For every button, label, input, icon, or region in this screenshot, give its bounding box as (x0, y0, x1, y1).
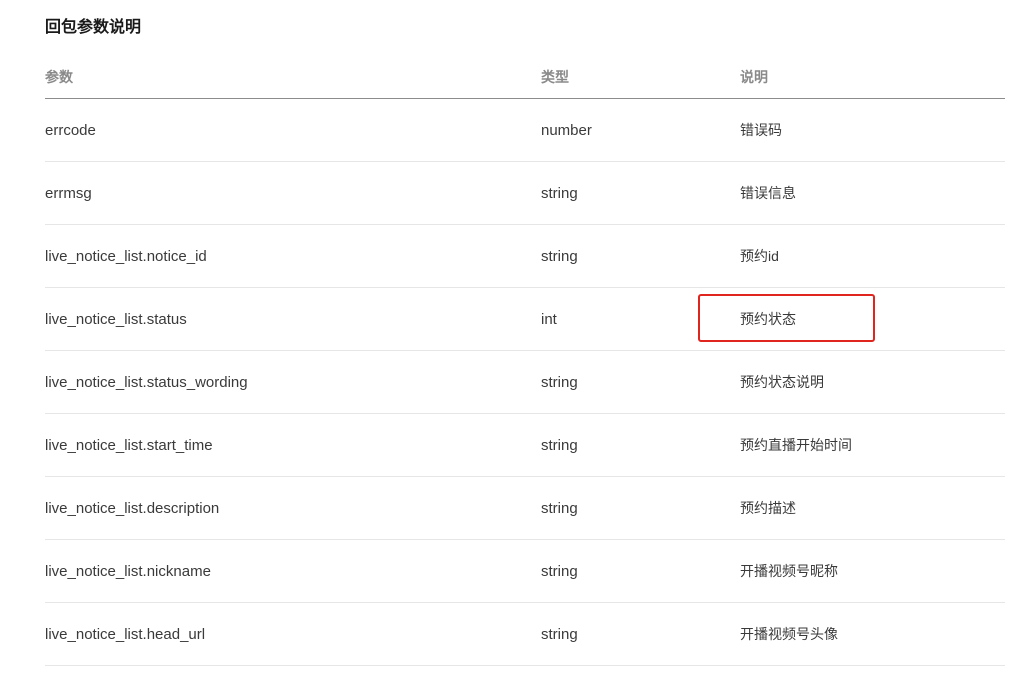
param-name: live_notice_list.nickname (45, 539, 541, 603)
param-type: string (541, 539, 740, 603)
table-row: live_notice_list.notice_id string 预约id (45, 224, 1005, 288)
header-type: 类型 (541, 56, 740, 99)
param-type: number (541, 98, 740, 162)
table-row: live_notice_list.nickname string 开播视频号昵称 (45, 539, 1005, 603)
header-desc: 说明 (740, 56, 1005, 99)
param-type: string (541, 161, 740, 225)
table-header-row: 参数 类型 说明 (45, 56, 1005, 99)
response-params-table: 参数 类型 说明 errcode number 错误码 errmsg strin… (45, 56, 1005, 666)
table-row: live_notice_list.head_url string 开播视频号头像 (45, 602, 1005, 666)
param-type: string (541, 413, 740, 477)
table-row: live_notice_list.status int 预约状态 (45, 287, 1005, 351)
table-row: errmsg string 错误信息 (45, 161, 1005, 225)
param-desc: 预约状态 (740, 287, 1005, 351)
param-name: errcode (45, 98, 541, 162)
table-row: errcode number 错误码 (45, 98, 1005, 162)
param-desc: 开播视频号头像 (740, 602, 1005, 666)
param-name: live_notice_list.head_url (45, 602, 541, 666)
section-title: 回包参数说明 (45, 19, 142, 36)
param-type: string (541, 476, 740, 540)
param-name: live_notice_list.status_wording (45, 350, 541, 414)
param-type: string (541, 224, 740, 288)
param-name: live_notice_list.notice_id (45, 224, 541, 288)
param-desc: 开播视频号昵称 (740, 539, 1005, 603)
param-type: string (541, 350, 740, 414)
param-desc: 预约直播开始时间 (740, 413, 1005, 477)
param-name: live_notice_list.description (45, 476, 541, 540)
param-desc: 错误信息 (740, 161, 1005, 225)
header-param: 参数 (45, 56, 541, 99)
param-desc: 预约描述 (740, 476, 1005, 540)
table-row: live_notice_list.start_time string 预约直播开… (45, 413, 1005, 477)
param-type: int (541, 287, 740, 351)
param-name: errmsg (45, 161, 541, 225)
table-row: live_notice_list.description string 预约描述 (45, 476, 1005, 540)
param-desc: 预约id (740, 224, 1005, 288)
param-name: live_notice_list.start_time (45, 413, 541, 477)
param-type: string (541, 602, 740, 666)
param-desc: 预约状态说明 (740, 350, 1005, 414)
table-row: live_notice_list.status_wording string 预… (45, 350, 1005, 414)
param-desc: 错误码 (740, 98, 1005, 162)
param-name: live_notice_list.status (45, 287, 541, 351)
